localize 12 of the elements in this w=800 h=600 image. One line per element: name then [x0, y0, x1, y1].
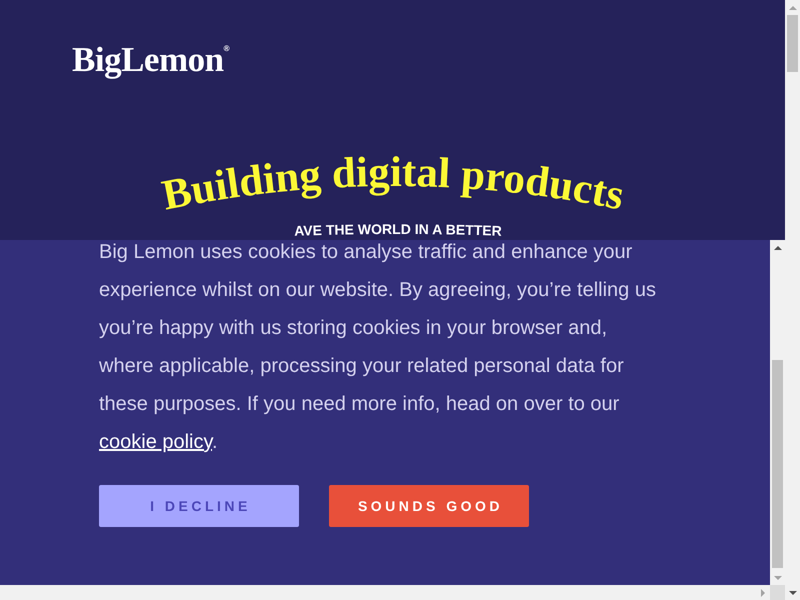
- down-arrow-icon[interactable]: [788, 590, 796, 594]
- accept-button[interactable]: SOUNDS GOOD: [329, 485, 529, 527]
- headline: Building digital products: [158, 148, 628, 220]
- scrollbar-thumb[interactable]: [772, 360, 783, 568]
- right-arrow-icon[interactable]: [760, 588, 764, 596]
- scrollbar-thumb[interactable]: [787, 15, 798, 72]
- tagline: AVE THE WORLD IN A BETTER: [294, 221, 502, 239]
- cookie-notice-text: Big Lemon uses cookies to analyse traffic and enhance your experience whilst on our website. By agreeing, you’re telling us you’re happy with us storing cookies in your browser and, where applicable, processing your related personal data for these purposes. If you need more info, head on over to our cookie policy.: [99, 240, 656, 455]
- logo[interactable]: BigLemon$^{®}$: [72, 38, 229, 84]
- up-arrow-icon[interactable]: [774, 246, 782, 250]
- scrollbar-corner: [770, 585, 785, 600]
- cookie-policy-link[interactable]: cookie policy: [99, 431, 212, 453]
